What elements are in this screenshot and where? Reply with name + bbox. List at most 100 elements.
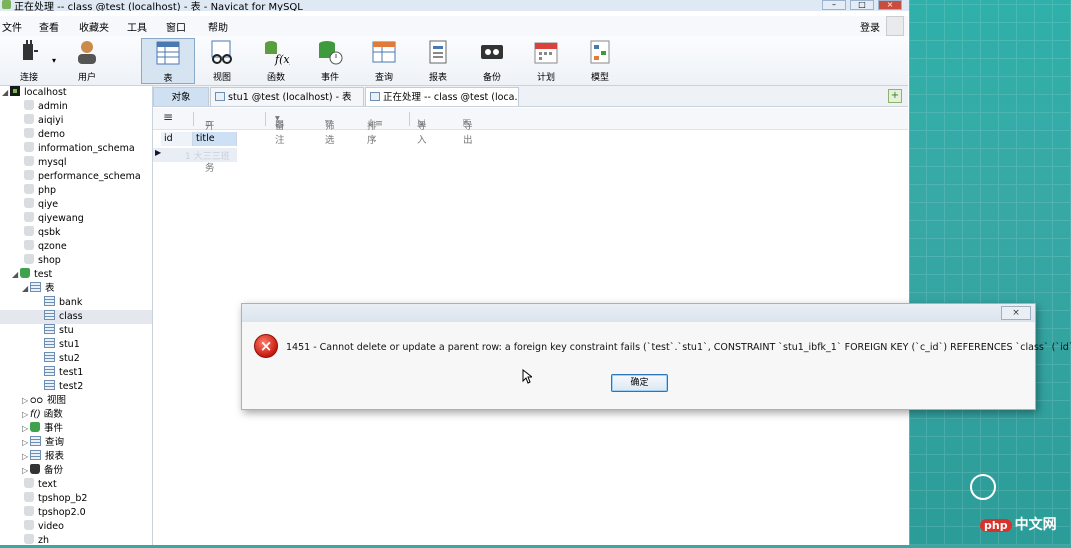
desktop-ring-icon [970, 474, 996, 500]
backup-button[interactable]: 备份 [469, 38, 515, 84]
table-row[interactable]: ▶ 1 大三三班 [153, 148, 237, 162]
column-header-id[interactable]: id [161, 132, 193, 146]
tree-server-localhost[interactable]: ◢ localhost [2, 86, 67, 100]
tree-group-backups[interactable]: ▷ 备份 [22, 464, 63, 478]
tree-group-events[interactable]: ▷ 事件 [22, 422, 63, 436]
tree-db-qiye[interactable]: qiye [24, 198, 58, 212]
tab-label: 正在处理 -- class @test (loca... [383, 92, 519, 103]
maximize-button[interactable]: □ [850, 0, 874, 10]
expand-arrow-icon[interactable]: ▷ [22, 436, 30, 450]
menu-help[interactable]: 帮助 [208, 19, 228, 34]
tree-db-performance-schema[interactable]: performance_schema [24, 170, 141, 184]
tree-db-php[interactable]: php [24, 184, 56, 198]
tree-group-functions[interactable]: ▷ f() 函数 [22, 408, 63, 422]
menu-tools[interactable]: 工具 [127, 19, 147, 34]
tab-stu1[interactable]: stu1 @test (localhost) - 表 [210, 87, 364, 106]
database-icon [24, 520, 34, 530]
function-label: 函数 [266, 73, 285, 83]
expand-arrow-icon[interactable]: ▷ [22, 408, 30, 422]
menu-view[interactable]: 查看 [39, 19, 59, 34]
report-button[interactable]: 报表 [415, 38, 461, 84]
tree-group-views[interactable]: ▷ ᴑᴑ 视图 [22, 394, 66, 408]
table-icon [44, 380, 55, 390]
database-icon [24, 142, 34, 152]
avatar[interactable] [886, 16, 904, 36]
query-button[interactable]: 查询 [361, 38, 407, 84]
view-button[interactable]: 视图 [199, 38, 245, 84]
expand-arrow-icon[interactable]: ▷ [22, 450, 30, 464]
menu-favorites[interactable]: 收藏夹 [79, 19, 109, 34]
menu-file[interactable]: 文件 [2, 19, 22, 34]
table-button[interactable]: 表 [141, 38, 195, 84]
tab-class-editing[interactable]: 正在处理 -- class @test (loca... [365, 87, 519, 106]
tree-db-qzone[interactable]: qzone [24, 240, 67, 254]
table-icon [44, 324, 55, 334]
grid-toolbar: ≡ ▫ 开始事务 ▤ 备注 ▾ ▽ 筛选 ↓≡ 排序 ⇲ 导入 ⇱ 导出 [153, 108, 908, 174]
connect-dropdown-arrow-icon[interactable]: ▾ [52, 56, 56, 65]
db-label: zh [38, 535, 50, 546]
begin-transaction-label: 开始事务 [205, 121, 215, 174]
tree-db-demo[interactable]: demo [24, 128, 65, 142]
schedule-button[interactable]: 计划 [523, 38, 569, 84]
minimize-button[interactable]: – [822, 0, 846, 10]
menu-window[interactable]: 窗口 [166, 19, 186, 34]
tree-group-reports[interactable]: ▷ 报表 [22, 450, 64, 464]
connect-button[interactable]: 连接 [6, 38, 52, 84]
ok-button[interactable]: 确定 [611, 374, 668, 392]
tree-db-mysql[interactable]: mysql [24, 156, 67, 170]
dialog-close-button[interactable]: × [1001, 306, 1031, 320]
tree-db-video[interactable]: video [24, 520, 64, 534]
tree-db-shop[interactable]: shop [24, 254, 61, 268]
connect-label: 连接 [19, 73, 38, 83]
tree-db-tpshop2[interactable]: tpshop2.0 [24, 506, 86, 520]
expand-arrow-icon[interactable]: ▷ [22, 394, 30, 408]
backup-icon [478, 38, 506, 66]
model-label: 模型 [590, 73, 609, 83]
database-icon [24, 492, 34, 502]
tree-group-queries[interactable]: ▷ 查询 [22, 436, 64, 450]
expand-arrow-icon[interactable]: ▷ [22, 422, 30, 436]
menu-hamburger-icon[interactable]: ≡ [163, 110, 173, 124]
tree-table-test1[interactable]: test1 [44, 366, 83, 380]
tree-table-bank[interactable]: bank [44, 296, 82, 310]
event-button[interactable]: 事件 [307, 38, 353, 84]
tree-db-zh[interactable]: zh [24, 534, 49, 548]
collapse-arrow-icon[interactable]: ◢ [2, 86, 10, 100]
tables-folder-icon [30, 282, 41, 292]
db-label: tpshop_b2 [38, 493, 88, 504]
tree-db-text[interactable]: text [24, 478, 57, 492]
note-button[interactable]: ▤ 备注 ▾ [275, 113, 285, 146]
tree-table-test2[interactable]: test2 [44, 380, 83, 394]
divider [409, 112, 410, 126]
function-button[interactable]: f(x) 函数 [253, 38, 299, 84]
new-tab-button[interactable]: + [888, 89, 902, 103]
tree-table-stu1[interactable]: stu1 [44, 338, 80, 352]
tree-table-class[interactable]: class [0, 310, 152, 324]
tree-db-qiyewang[interactable]: qiyewang [24, 212, 84, 226]
row-marker-icon: ▶ [155, 148, 162, 157]
close-window-button[interactable]: × [878, 0, 902, 10]
model-button[interactable]: 模型 [577, 38, 623, 84]
svg-text:f(x): f(x) [274, 53, 290, 66]
filter-label: 筛选 [325, 121, 335, 146]
tree-db-tpshop-b2[interactable]: tpshop_b2 [24, 492, 87, 506]
tree-db-information-schema[interactable]: information_schema [24, 142, 135, 156]
collapse-arrow-icon[interactable]: ◢ [22, 282, 30, 296]
table-icon [215, 92, 225, 101]
user-button[interactable]: 用户 [64, 38, 110, 84]
tree-table-stu2[interactable]: stu2 [44, 352, 80, 366]
column-header-title[interactable]: title [193, 132, 237, 146]
error-icon: × [254, 334, 278, 358]
login-link[interactable]: 登录 [860, 19, 880, 34]
tree-db-admin[interactable]: admin [24, 100, 68, 114]
tree-db-test[interactable]: ◢ test [12, 268, 52, 282]
expand-arrow-icon[interactable]: ▷ [22, 464, 30, 478]
tab-objects[interactable]: 对象 [153, 87, 209, 106]
tree-db-aiqiyi[interactable]: aiqiyi [24, 114, 63, 128]
tab-bar: 对象 stu1 @test (localhost) - 表 正在处理 -- cl… [153, 86, 908, 107]
database-icon [24, 506, 34, 516]
tree-table-stu[interactable]: stu [44, 324, 74, 338]
tree-db-qsbk[interactable]: qsbk [24, 226, 61, 240]
collapse-arrow-icon[interactable]: ◢ [12, 268, 20, 282]
tree-group-tables[interactable]: ◢ 表 [22, 282, 55, 296]
